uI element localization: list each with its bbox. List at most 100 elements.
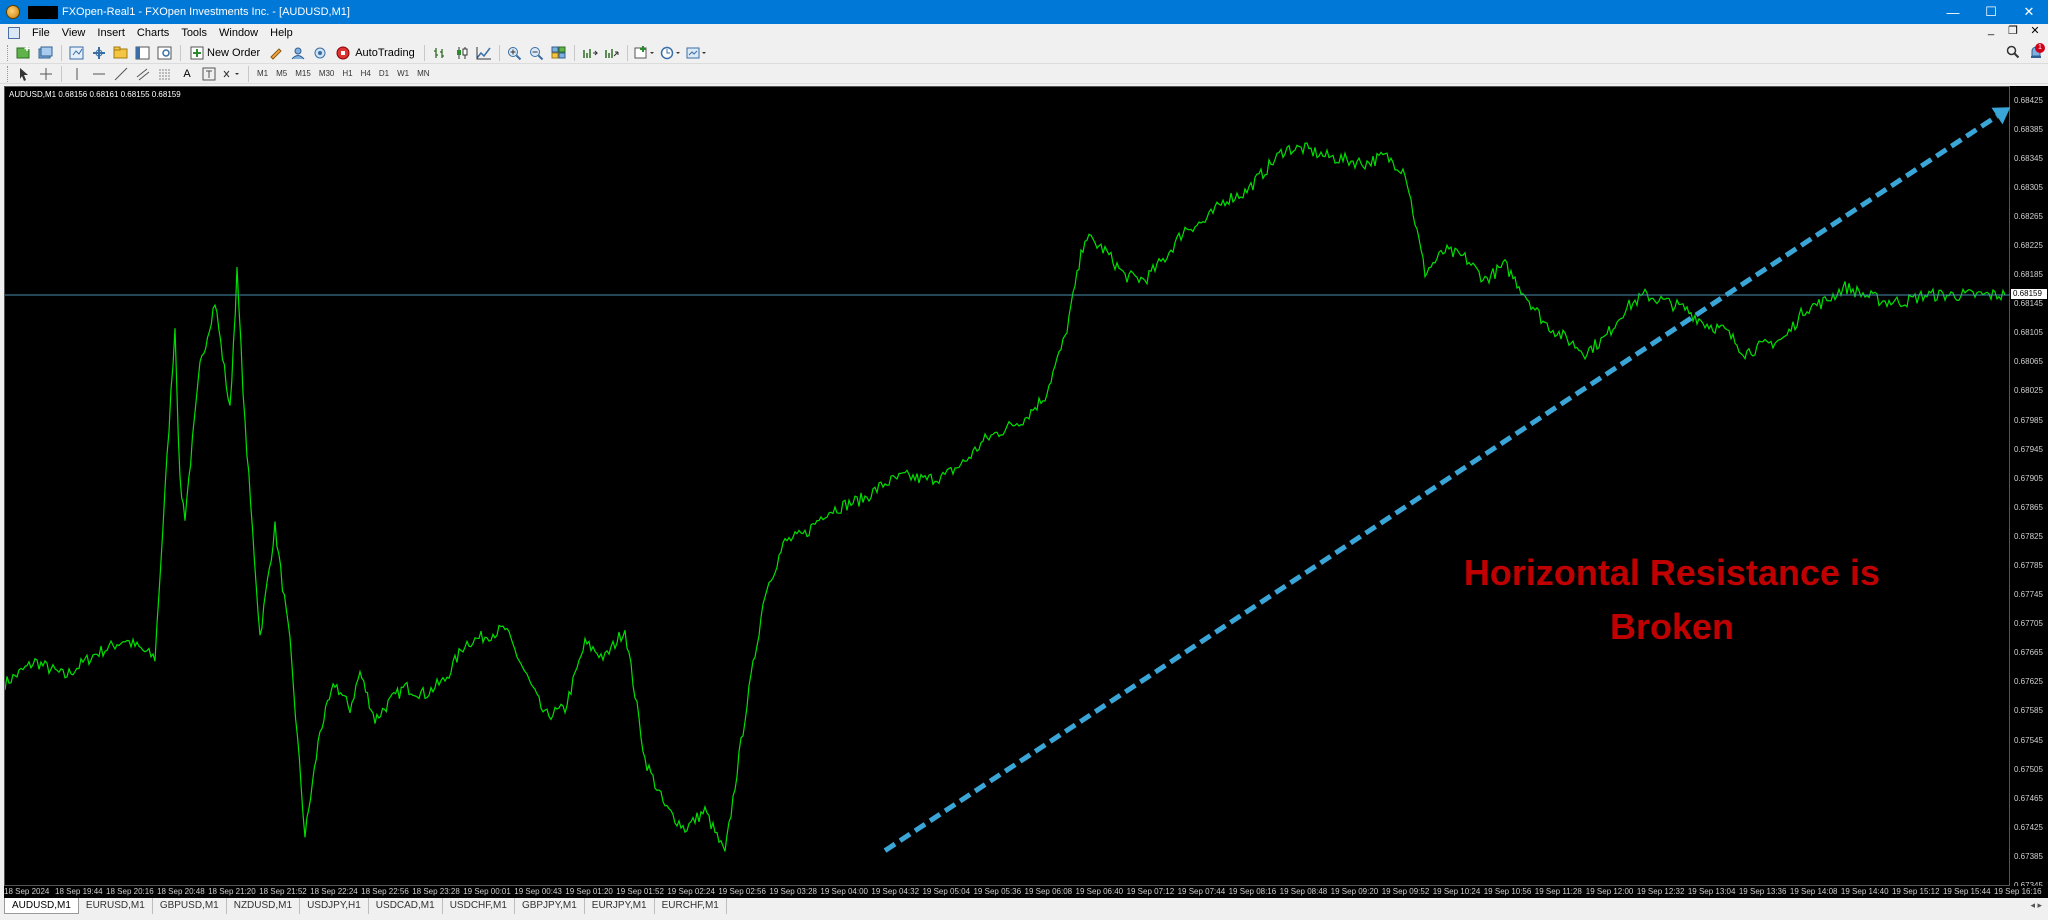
- tab-gbpusd-m1[interactable]: GBPUSD,M1: [153, 898, 227, 914]
- time-axis-label: 19 Sep 10:24: [1432, 887, 1481, 896]
- minimize-button[interactable]: —: [1934, 0, 1972, 24]
- chart-annotation: Horizontal Resistance is Broken: [1372, 546, 1972, 654]
- timeframe-m5[interactable]: M5: [272, 66, 291, 82]
- doc-restore-button[interactable]: ❐: [2004, 24, 2022, 37]
- timeframe-h1[interactable]: H1: [338, 66, 356, 82]
- toolbar-separator: [61, 44, 62, 61]
- indicators-icon[interactable]: [634, 44, 656, 62]
- time-axis-label: 18 Sep 22:56: [361, 887, 409, 896]
- crosshair-icon[interactable]: [37, 65, 55, 83]
- equidistant-channel-icon[interactable]: [134, 65, 152, 83]
- maximize-button[interactable]: ☐: [1972, 0, 2010, 24]
- price-chart[interactable]: AUDUSD,M1 0.68156 0.68161 0.68155 0.6815…: [4, 86, 2011, 886]
- tab-usdcad-m1[interactable]: USDCAD,M1: [369, 898, 443, 914]
- autoscroll-icon[interactable]: [603, 44, 621, 62]
- text-label-icon[interactable]: [200, 65, 218, 83]
- toolbar-separator: [248, 65, 249, 82]
- trendline-icon[interactable]: [112, 65, 130, 83]
- strategy-tester-icon[interactable]: [156, 44, 174, 62]
- timeframe-m15[interactable]: M15: [291, 66, 315, 82]
- zoom-out-icon[interactable]: [528, 44, 546, 62]
- timeframe-m30[interactable]: M30: [315, 66, 339, 82]
- price-axis-label: 0.67585: [2014, 706, 2043, 716]
- price-axis-label: 0.68345: [2014, 153, 2043, 163]
- tab-gbpjpy-m1[interactable]: GBPJPY,M1: [515, 898, 585, 914]
- price-axis-label: 0.68145: [2014, 299, 2043, 309]
- tab-audusd-m1[interactable]: AUDUSD,M1: [4, 898, 79, 914]
- cursor-icon[interactable]: [15, 65, 33, 83]
- arrows-icon[interactable]: [222, 65, 242, 83]
- navigator-icon[interactable]: [112, 44, 130, 62]
- profiles-icon[interactable]: [37, 44, 55, 62]
- tab-eurchf-m1[interactable]: EURCHF,M1: [655, 898, 727, 914]
- line-chart-icon[interactable]: [475, 44, 493, 62]
- time-axis-label: 18 Sep 21:20: [208, 887, 256, 896]
- metaeditor-icon[interactable]: [267, 44, 285, 62]
- toolbar-grip[interactable]: [7, 65, 10, 82]
- toolbar-separator: [423, 44, 425, 61]
- timeframe-mn[interactable]: MN: [413, 66, 433, 82]
- chart-shift-icon[interactable]: [581, 44, 599, 62]
- tile-windows-icon[interactable]: [550, 44, 568, 62]
- document-icon[interactable]: [8, 27, 20, 39]
- templates-icon[interactable]: [686, 44, 708, 62]
- autotrading-button[interactable]: AutoTrading: [333, 44, 418, 62]
- timeframe-m1[interactable]: M1: [253, 66, 272, 82]
- time-axis-label: 19 Sep 10:56: [1483, 887, 1532, 896]
- text-tool-icon[interactable]: A: [178, 65, 196, 83]
- time-axis-label: 19 Sep 00:43: [514, 887, 562, 896]
- menu-view[interactable]: View: [56, 24, 92, 42]
- new-chart-icon[interactable]: [15, 44, 33, 62]
- timeframe-d1[interactable]: D1: [375, 66, 393, 82]
- timeframe-w1[interactable]: W1: [393, 66, 413, 82]
- time-axis-label: 19 Sep 06:08: [1024, 887, 1073, 896]
- tab-usdjpy-h1[interactable]: USDJPY,H1: [300, 898, 369, 914]
- tab-eurusd-m1[interactable]: EURUSD,M1: [79, 898, 153, 914]
- time-axis-label: 19 Sep 16:16: [1994, 887, 2042, 896]
- time-axis-label: 18 Sep 22:24: [310, 887, 358, 896]
- new-order-button[interactable]: New Order: [187, 44, 263, 62]
- tab-nzdusd-m1[interactable]: NZDUSD,M1: [227, 898, 301, 914]
- data-window-icon[interactable]: [90, 44, 108, 62]
- periods-icon[interactable]: [660, 44, 682, 62]
- notifications-icon[interactable]: 1: [2028, 43, 2045, 60]
- toolbar-grip[interactable]: [7, 44, 10, 61]
- menu-charts[interactable]: Charts: [131, 24, 175, 42]
- tab-eurjpy-m1[interactable]: EURJPY,M1: [585, 898, 655, 914]
- tab-scroll-arrows[interactable]: ◂ ▸: [2030, 900, 2042, 911]
- time-axis-label: 19 Sep 01:20: [565, 887, 613, 896]
- horizontal-line-icon[interactable]: [90, 65, 108, 83]
- close-button[interactable]: ✕: [2010, 0, 2048, 24]
- menu-insert[interactable]: Insert: [91, 24, 131, 42]
- menu-tools[interactable]: Tools: [175, 24, 213, 42]
- doc-close-button[interactable]: ✕: [2026, 24, 2044, 37]
- trend-arrow-line[interactable]: [883, 114, 1999, 853]
- fibonacci-icon[interactable]: [156, 65, 174, 83]
- signals-icon[interactable]: [311, 44, 329, 62]
- vertical-line-icon[interactable]: [68, 65, 86, 83]
- tab-usdchf-m1[interactable]: USDCHF,M1: [443, 898, 515, 914]
- price-axis-label: 0.67625: [2014, 677, 2043, 687]
- time-axis: 18 Sep 2024 18 Sep 19:44 18 Sep 20:16 18 Se…: [4, 886, 2048, 898]
- time-axis-label: 19 Sep 02:56: [718, 887, 766, 896]
- account-icon[interactable]: [289, 44, 307, 62]
- time-axis-label: 18 Sep 19:44: [55, 887, 103, 896]
- time-axis-label: 19 Sep 12:32: [1636, 887, 1685, 896]
- doc-minimize-button[interactable]: _: [1982, 24, 2000, 37]
- menu-file[interactable]: File: [26, 24, 56, 42]
- time-axis-label: 19 Sep 05:04: [922, 887, 971, 896]
- bar-chart-icon[interactable]: [431, 44, 449, 62]
- menu-window[interactable]: Window: [213, 24, 264, 42]
- zoom-in-icon[interactable]: [506, 44, 524, 62]
- chart-canvas: [5, 107, 2011, 853]
- search-icon[interactable]: [2006, 45, 2020, 62]
- candlestick-icon[interactable]: [453, 44, 471, 62]
- terminal-icon[interactable]: [134, 44, 152, 62]
- price-axis-label: 0.68265: [2014, 211, 2043, 221]
- timeframe-h4[interactable]: H4: [357, 66, 375, 82]
- market-watch-icon[interactable]: [68, 44, 86, 62]
- menu-help[interactable]: Help: [264, 24, 299, 42]
- price-axis-label: 0.67825: [2014, 531, 2043, 541]
- time-axis-label: 19 Sep 15:44: [1942, 887, 1991, 896]
- time-axis-label: 19 Sep 08:16: [1228, 887, 1277, 896]
